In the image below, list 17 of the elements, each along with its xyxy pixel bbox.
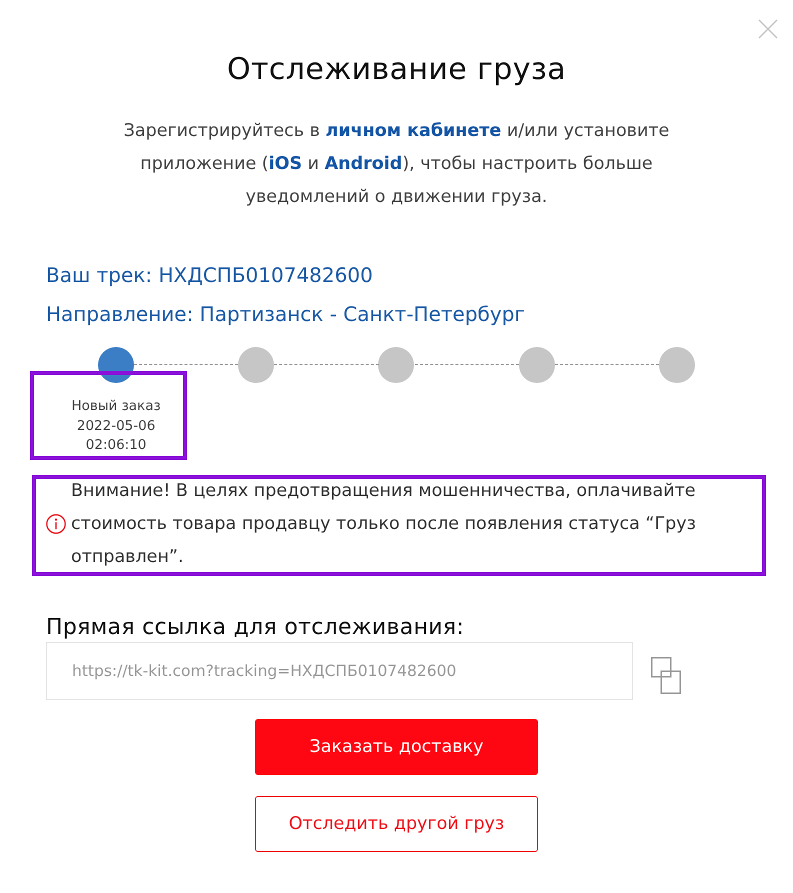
warning-text: Внимание! В целях предотвращения мошенничества, оплачивайте стоимость товара продавцу только после появления статуса “Груз отправлен”. — [71, 480, 697, 568]
step-status: Новый заказ — [72, 397, 161, 416]
order-delivery-button[interactable]: Заказать доставку — [255, 718, 538, 774]
copy-icon[interactable] — [651, 657, 681, 694]
intro-link[interactable]: Android — [324, 154, 402, 174]
track-another-button[interactable]: Отследить другой груз — [255, 796, 538, 852]
modal-title: Отслеживание груза — [226, 51, 567, 89]
route-direction: Направление: Партизанск - Санкт-Петербург — [46, 301, 526, 328]
intro-text: Зарегистрируйтесь в личном кабинете и/или установите приложение (iOS и Android), чтобы настроить больше уведомлений о движении груза. — [122, 120, 670, 209]
close-icon[interactable] — [758, 19, 778, 39]
step-time: 02:06:10 — [84, 436, 148, 455]
field-label: Прямая ссылка для отслеживания: — [46, 614, 466, 642]
intro-link[interactable]: iOS — [268, 154, 302, 174]
intro-link[interactable]: личном кабинете — [326, 121, 502, 141]
info-icon — [46, 514, 66, 534]
step-date: 2022-05-06 — [76, 416, 156, 436]
track-number: Ваш трек: НХДСПБ0107482600 — [46, 262, 374, 289]
